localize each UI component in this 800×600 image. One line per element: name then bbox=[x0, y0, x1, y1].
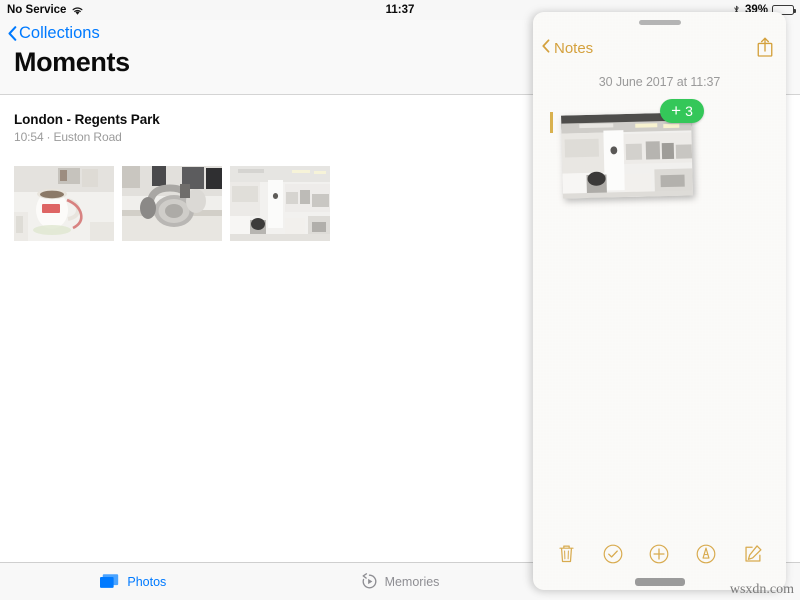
notes-back-label: Notes bbox=[554, 39, 594, 57]
photo-coffee-mug bbox=[14, 166, 114, 241]
markup-pen-icon bbox=[695, 543, 717, 570]
moment-time: 10:54 bbox=[14, 130, 44, 144]
moment-subtitle: 10:54 · Euston Road bbox=[14, 130, 160, 144]
notes-back-button[interactable]: Notes bbox=[542, 39, 593, 57]
chevron-left-icon bbox=[542, 39, 550, 57]
slideover-drag-handle-top[interactable] bbox=[638, 20, 681, 25]
moment-header[interactable]: London - Regents Park 10:54 · Euston Road bbox=[14, 112, 160, 144]
moment-place: Euston Road bbox=[53, 130, 122, 144]
photo-headphones bbox=[122, 166, 222, 241]
back-button-label: Collections bbox=[19, 24, 100, 42]
photo-thumbnail[interactable] bbox=[14, 166, 114, 241]
dragged-photo-preview[interactable] bbox=[561, 112, 693, 199]
chevron-left-icon bbox=[8, 26, 17, 41]
notes-toolbar bbox=[533, 536, 786, 576]
badge-plus-sign: + bbox=[671, 100, 682, 120]
page-title: Moments bbox=[14, 47, 130, 77]
screen: No Service 11:37 39% Collections Moments… bbox=[0, 0, 800, 600]
text-caret bbox=[550, 112, 553, 133]
note-date-label: 30 June 2017 at 11:37 bbox=[598, 75, 721, 89]
photo-thumbnail[interactable] bbox=[230, 166, 330, 241]
checkmark-circle-icon bbox=[602, 543, 624, 570]
badge-count: 3 bbox=[685, 103, 693, 119]
compose-icon bbox=[742, 543, 764, 570]
tab-photos[interactable]: Photos bbox=[0, 563, 267, 600]
paper-texture bbox=[533, 12, 786, 590]
plus-circle-icon bbox=[648, 543, 670, 570]
moment-separator: · bbox=[46, 130, 51, 144]
photos-stack-icon bbox=[100, 573, 120, 590]
photo-office-interior bbox=[230, 166, 330, 241]
photo-office-interior bbox=[561, 112, 693, 199]
tab-photos-label: Photos bbox=[127, 574, 167, 589]
add-attachment-button[interactable] bbox=[644, 541, 674, 571]
watermark: wsxdn.com bbox=[729, 582, 794, 597]
checklist-button[interactable] bbox=[598, 541, 628, 571]
share-button[interactable] bbox=[756, 36, 774, 63]
drag-item-count-badge: + 3 bbox=[660, 99, 704, 123]
slideover-drag-handle-bottom[interactable] bbox=[634, 578, 685, 586]
memories-replay-icon bbox=[361, 573, 378, 590]
trash-button[interactable] bbox=[551, 541, 581, 571]
share-icon bbox=[756, 37, 774, 62]
trash-icon bbox=[557, 543, 576, 569]
tab-memories-label: Memories bbox=[384, 574, 440, 589]
notes-slideover-panel: Notes 30 June 2017 at 11:37 + 3 bbox=[533, 12, 786, 590]
tab-memories[interactable]: Memories bbox=[267, 563, 534, 600]
markup-button[interactable] bbox=[691, 541, 721, 571]
photo-thumbnail-grid bbox=[14, 166, 330, 241]
moment-title: London - Regents Park bbox=[14, 112, 160, 127]
back-to-collections-button[interactable]: Collections bbox=[8, 24, 100, 43]
photo-thumbnail[interactable] bbox=[122, 166, 222, 241]
notes-navigation-bar: Notes bbox=[533, 34, 786, 70]
compose-button[interactable] bbox=[738, 541, 768, 571]
